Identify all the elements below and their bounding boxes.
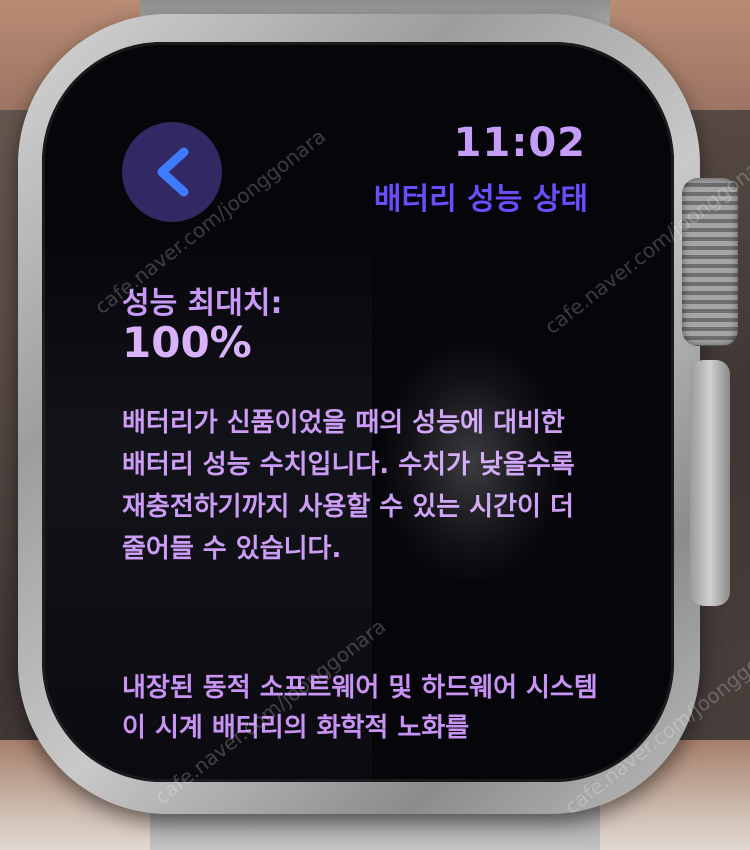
side-button[interactable] bbox=[690, 360, 730, 606]
page-title: 배터리 성능 상태 bbox=[373, 182, 588, 217]
max-capacity-value: 100% bbox=[122, 318, 252, 367]
watch-screen: 11:02 배터리 성능 상태 성능 최대치: 100% 배터리가 신품이었을 … bbox=[42, 42, 674, 782]
chevron-left-icon bbox=[157, 147, 189, 197]
status-time: 11:02 bbox=[453, 120, 586, 166]
screen-glare bbox=[382, 342, 562, 582]
footer-description: 내장된 동적 소프트웨어 및 하드웨어 시스템이 시계 배터리의 화학적 노화를 bbox=[122, 673, 598, 743]
